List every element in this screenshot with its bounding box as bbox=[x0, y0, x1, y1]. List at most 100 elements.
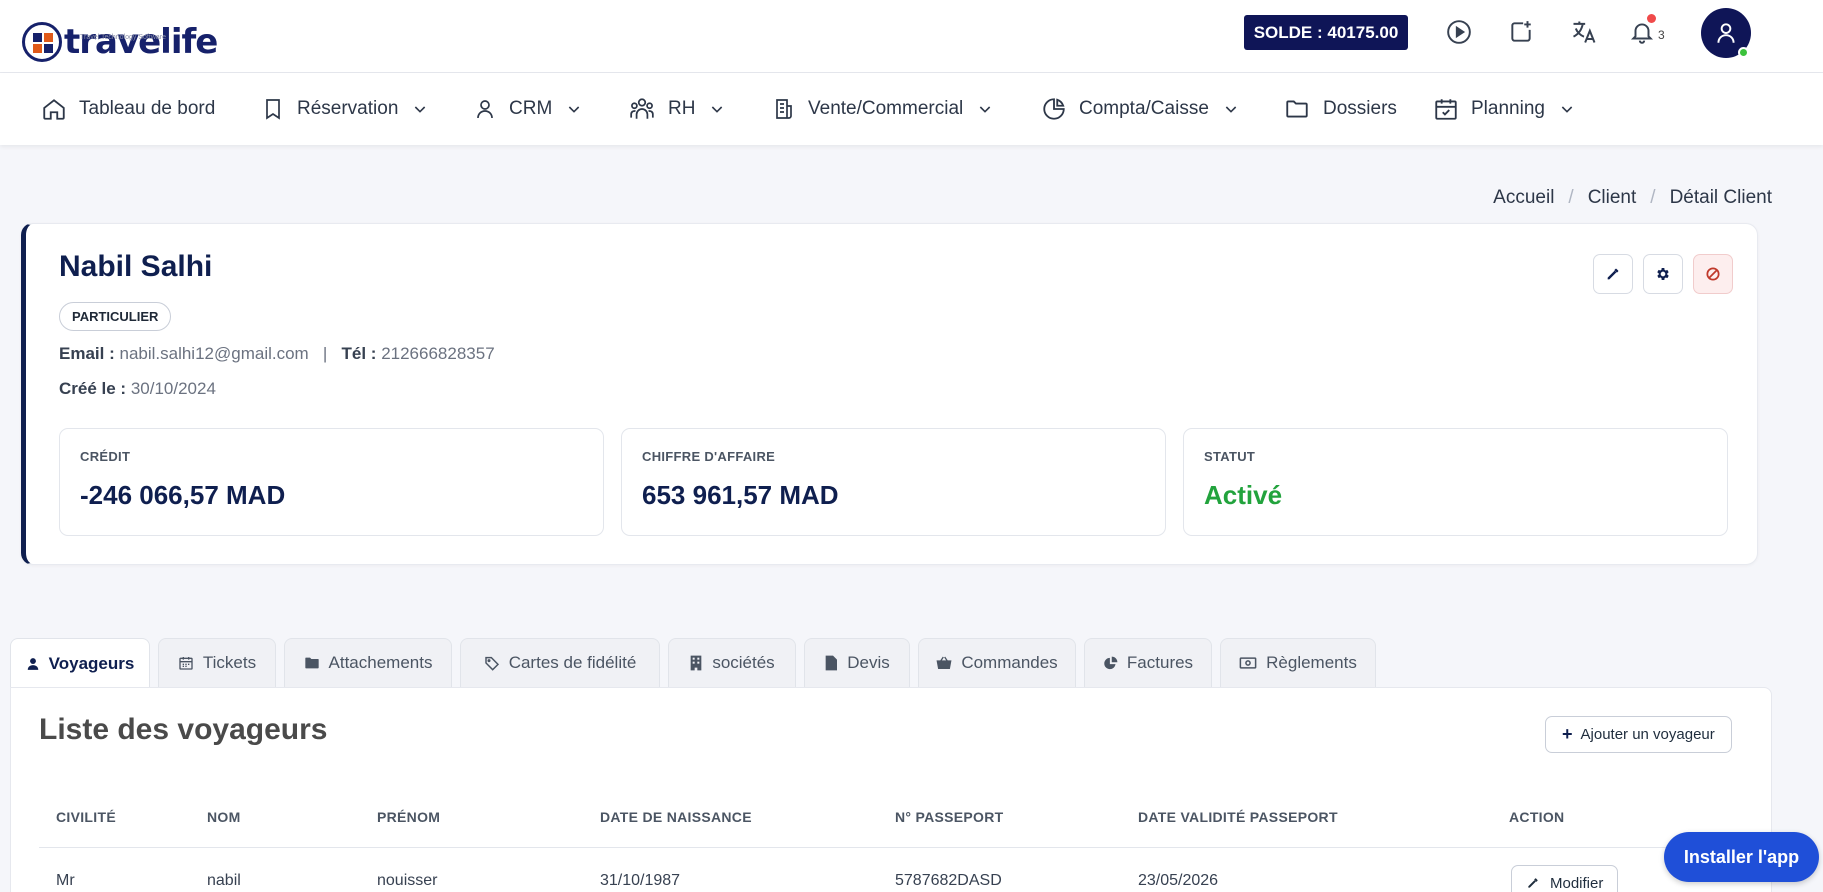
nav-item-dossiers[interactable]: Dossiers bbox=[1283, 93, 1397, 125]
tab-devis[interactable]: Devis bbox=[804, 638, 910, 687]
breadcrumb-separator: / bbox=[1650, 187, 1656, 208]
nav-label: Réservation bbox=[297, 98, 399, 119]
home-icon bbox=[43, 99, 65, 120]
edit-traveler-button[interactable]: Modifier bbox=[1511, 865, 1619, 892]
chevron-down-icon bbox=[1225, 106, 1237, 113]
tab-cartes-de-fidelite[interactable]: Cartes de fidélité bbox=[460, 638, 660, 687]
nav-item-crm[interactable]: CRM bbox=[473, 93, 582, 125]
translate-icon[interactable] bbox=[1568, 16, 1600, 48]
cell-nom: nabil bbox=[207, 872, 241, 889]
document-icon bbox=[776, 99, 792, 119]
notification-dot bbox=[1647, 14, 1656, 23]
add-window-icon[interactable] bbox=[1505, 16, 1537, 48]
nav-item-planning[interactable]: Planning bbox=[1433, 93, 1575, 125]
travelife-logo[interactable]: travelife bbox=[22, 20, 218, 64]
column-header[interactable]: DATE DE NAISSANCE bbox=[600, 809, 752, 825]
chevron-down-icon bbox=[1561, 106, 1573, 113]
chevron-down-icon bbox=[415, 106, 426, 113]
folder-icon bbox=[304, 657, 319, 669]
tab-label: Commandes bbox=[961, 653, 1058, 672]
column-header[interactable]: CIVILITÉ bbox=[56, 809, 116, 825]
add-traveler-button[interactable]: + Ajouter un voyageur bbox=[1545, 716, 1732, 753]
breadcrumb-home[interactable]: Accueil bbox=[1493, 187, 1554, 209]
logo-mark-icon bbox=[22, 22, 62, 62]
tab-label: Devis bbox=[847, 653, 890, 672]
client-tel: 212666828357 bbox=[381, 344, 495, 363]
online-status-dot bbox=[1738, 47, 1749, 58]
table-divider bbox=[39, 847, 1751, 848]
money-icon bbox=[1239, 657, 1257, 669]
tel-label: Tél : bbox=[341, 344, 377, 363]
edit-client-button[interactable] bbox=[1593, 254, 1633, 294]
tab-label: Règlements bbox=[1266, 653, 1357, 672]
nav-label: Planning bbox=[1471, 98, 1545, 119]
column-header[interactable]: N° PASSEPORT bbox=[895, 809, 1004, 825]
tab-label: Cartes de fidélité bbox=[508, 653, 637, 672]
user-icon bbox=[477, 100, 493, 119]
client-contact: Email : nabil.salhi12@gmail.com | Tél : … bbox=[59, 344, 495, 364]
column-header[interactable]: PRÉNOM bbox=[377, 809, 440, 825]
file-icon bbox=[825, 655, 838, 671]
contact-separator: | bbox=[313, 344, 337, 363]
balance-badge: SOLDE : 40175.00 bbox=[1244, 15, 1408, 50]
tab-reglements[interactable]: Règlements bbox=[1220, 638, 1376, 687]
tab-label: Voyageurs bbox=[48, 653, 135, 673]
tab-voyageurs[interactable]: Voyageurs bbox=[10, 638, 150, 688]
client-created: Créé le : 30/10/2024 bbox=[59, 379, 216, 399]
cell-date-naissance: 31/10/1987 bbox=[600, 872, 681, 889]
nav-item-tableau-de-bord[interactable]: Tableau de bord bbox=[41, 93, 215, 125]
client-type-badge: PARTICULIER bbox=[59, 302, 172, 331]
nav-item-rh[interactable]: RH bbox=[628, 93, 725, 125]
client-name: Nabil Salhi bbox=[59, 250, 213, 283]
user-icon bbox=[27, 657, 38, 670]
status-stat: STATUT Activé bbox=[1183, 428, 1728, 536]
tab-label: Factures bbox=[1126, 653, 1194, 672]
tab-label: Tickets bbox=[202, 653, 257, 672]
building-icon bbox=[690, 655, 702, 671]
nav-item-compta-caisse[interactable]: Compta/Caisse bbox=[1041, 93, 1239, 125]
stat-label: STATUT bbox=[1204, 449, 1256, 464]
basket-icon bbox=[936, 656, 952, 669]
tab-commandes[interactable]: Commandes bbox=[918, 638, 1076, 687]
status-value: Activé bbox=[1204, 480, 1283, 510]
pencil-icon bbox=[1607, 268, 1619, 280]
calendar-icon bbox=[179, 657, 193, 670]
tab-tickets[interactable]: Tickets bbox=[158, 638, 276, 687]
edit-label: Modifier bbox=[1550, 874, 1604, 892]
install-app-button[interactable]: Installer l'app bbox=[1664, 832, 1819, 882]
play-circle-icon[interactable] bbox=[1443, 16, 1475, 48]
gear-icon bbox=[1657, 268, 1669, 280]
ban-icon bbox=[1706, 267, 1720, 281]
cell-prenom: nouisser bbox=[377, 872, 438, 889]
add-traveler-label: Ajouter un voyageur bbox=[1580, 726, 1715, 743]
column-header[interactable]: NOM bbox=[207, 809, 241, 825]
cell-validite-passeport: 23/05/2026 bbox=[1138, 872, 1219, 889]
email-label: Email : bbox=[59, 344, 115, 363]
credit-stat: CRÉDIT -246 066,57 MAD bbox=[59, 428, 604, 536]
chevron-down-icon bbox=[569, 106, 580, 113]
stat-value: 653 961,57 MAD bbox=[642, 480, 839, 510]
stat-label: CHIFFRE D'AFFAIRE bbox=[642, 449, 776, 464]
users-icon bbox=[630, 98, 654, 119]
tab-societes[interactable]: sociétés bbox=[668, 638, 796, 687]
breadcrumb-client[interactable]: Client bbox=[1588, 187, 1637, 209]
client-settings-button[interactable] bbox=[1643, 254, 1683, 294]
nav-label: RH bbox=[668, 98, 696, 119]
column-header: ACTION bbox=[1509, 809, 1565, 825]
nav-label: Dossiers bbox=[1323, 98, 1397, 119]
travelers-panel: Liste des voyageurs + Ajouter un voyageu… bbox=[10, 687, 1772, 892]
tab-attachements[interactable]: Attachements bbox=[284, 638, 452, 687]
tag-icon bbox=[484, 656, 499, 671]
stat-label: CRÉDIT bbox=[80, 449, 131, 464]
created-label: Créé le : bbox=[59, 379, 127, 398]
pie-chart-icon bbox=[1104, 656, 1118, 669]
nav-item-reservation[interactable]: Réservation bbox=[261, 93, 428, 125]
bookmark-icon bbox=[266, 99, 280, 120]
plus-icon: + bbox=[1562, 724, 1573, 744]
client-email: nabil.salhi12@gmail.com bbox=[119, 344, 309, 363]
column-header[interactable]: DATE VALIDITÉ PASSEPORT bbox=[1138, 809, 1338, 825]
tab-factures[interactable]: Factures bbox=[1084, 638, 1212, 687]
stat-value: -246 066,57 MAD bbox=[80, 480, 286, 510]
block-client-button[interactable] bbox=[1693, 254, 1733, 294]
nav-item-vente-commercial[interactable]: Vente/Commercial bbox=[772, 93, 993, 125]
